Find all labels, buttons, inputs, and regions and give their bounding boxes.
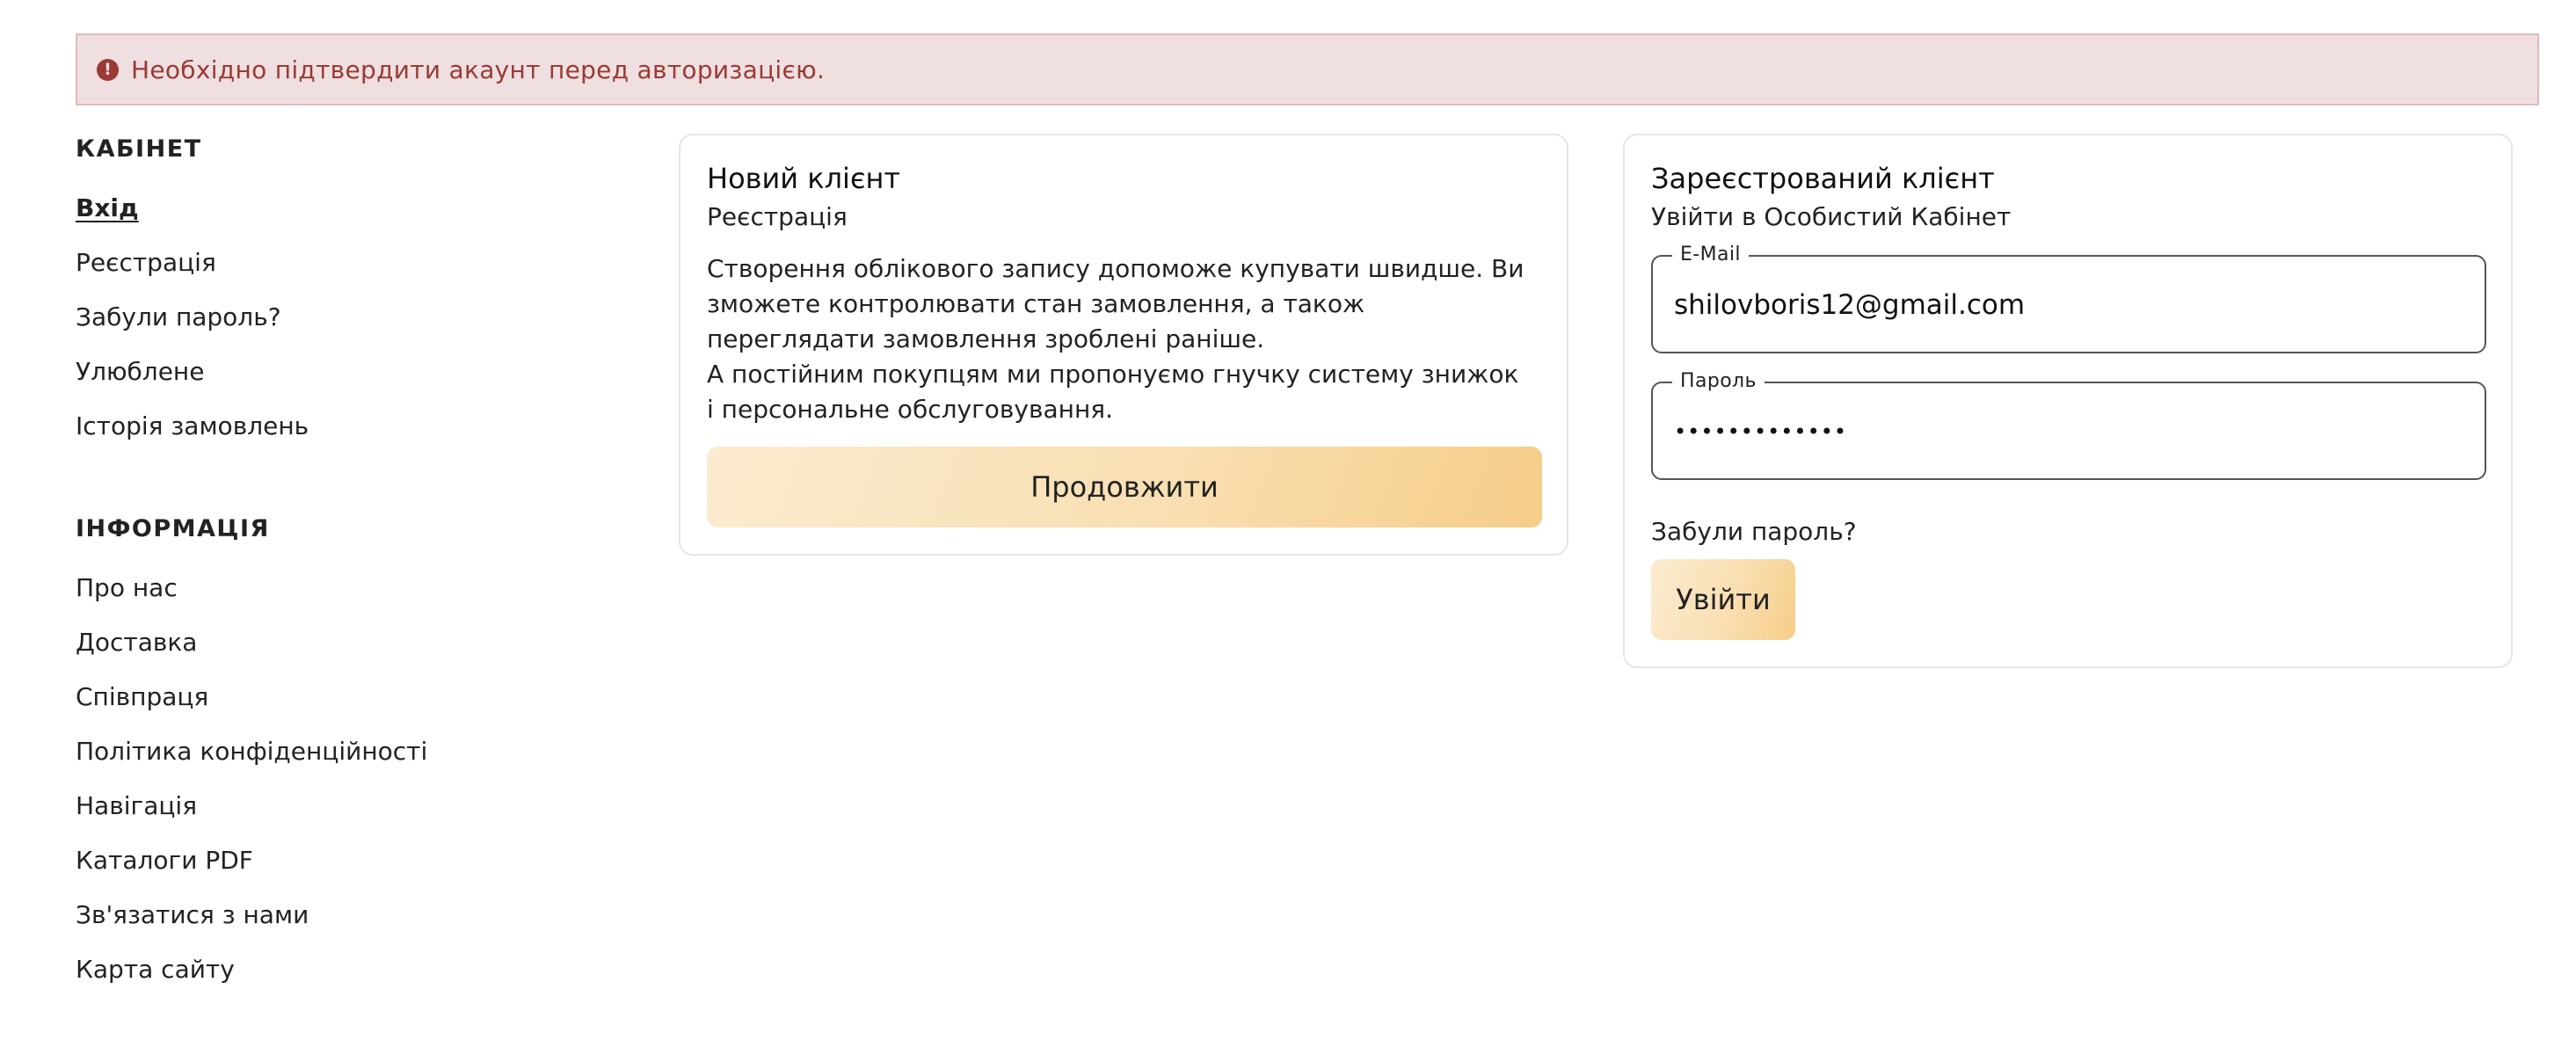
sidebar-heading-information: ІНФОРМАЦІЯ	[76, 515, 270, 542]
sidebar-item-navigation[interactable]: Навігація	[76, 791, 197, 820]
alert-message: Необхідно підтвердити акаунт перед автор…	[131, 55, 826, 84]
password-field[interactable]: Пароль	[1651, 371, 2486, 480]
new-client-paragraph: Створення облікового запису допоможе куп…	[707, 254, 1524, 353]
email-input[interactable]	[1674, 283, 2456, 327]
new-client-card: Новий клієнт Реєстрація Створення обліко…	[679, 134, 1568, 556]
sidebar-item-order-history[interactable]: Історія замовлень	[76, 411, 309, 440]
new-client-paragraph: А постійним покупцям ми пропонуємо гнучк…	[707, 360, 1519, 424]
login-subtitle: Увійти в Особистий Кабінет	[1651, 202, 2012, 231]
sidebar-item-registration[interactable]: Реєстрація	[76, 248, 216, 277]
sidebar-item-forgot-password[interactable]: Забули пароль?	[76, 302, 281, 331]
sidebar-item-favorites[interactable]: Улюблене	[76, 357, 204, 386]
password-field-label: Пароль	[1672, 371, 1765, 392]
login-card: Зареєстрований клієнт Увійти в Особистий…	[1623, 134, 2513, 668]
sidebar-item-delivery[interactable]: Доставка	[76, 628, 197, 657]
login-button[interactable]: Увійти	[1651, 559, 1795, 640]
new-client-description: Створення облікового запису допоможе куп…	[707, 251, 1533, 427]
sidebar-item-about[interactable]: Про нас	[76, 573, 178, 602]
new-client-title: Новий клієнт	[707, 162, 901, 195]
sidebar-item-cooperation[interactable]: Співпраця	[76, 682, 208, 711]
sidebar-heading-cabinet: КАБІНЕТ	[76, 135, 202, 163]
login-title: Зареєстрований клієнт	[1651, 162, 1995, 195]
email-field[interactable]: E-Mail	[1651, 244, 2486, 353]
new-client-subtitle: Реєстрація	[707, 202, 848, 231]
email-field-label: E-Mail	[1672, 244, 1749, 266]
forgot-password-link[interactable]: Забули пароль?	[1651, 517, 1857, 546]
exclamation-circle-icon: !	[97, 58, 119, 81]
sidebar-item-privacy-policy[interactable]: Політика конфіденційності	[76, 737, 427, 766]
continue-button[interactable]: Продовжити	[707, 447, 1542, 527]
password-input[interactable]	[1674, 410, 2456, 454]
sidebar-item-login[interactable]: Вхід	[76, 193, 139, 222]
error-alert: ! Необхідно підтвердити акаунт перед авт…	[76, 33, 2539, 105]
sidebar-item-pdf-catalogs[interactable]: Каталоги PDF	[76, 846, 253, 875]
sidebar-item-contact-us[interactable]: Зв'язатися з нами	[76, 900, 309, 929]
sidebar-item-sitemap[interactable]: Карта сайту	[76, 955, 235, 984]
